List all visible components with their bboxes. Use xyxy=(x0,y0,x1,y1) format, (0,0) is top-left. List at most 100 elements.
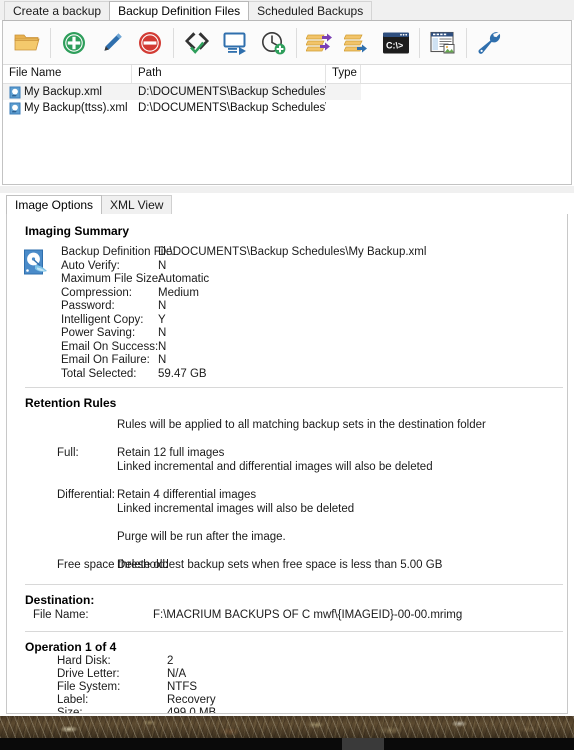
file-type-cell xyxy=(326,100,361,116)
summary-value: N xyxy=(158,327,167,339)
operation-key: Label: xyxy=(57,694,89,706)
operation-key: Hard Disk: xyxy=(57,655,111,667)
detail-tab-strip: Image Options XML View xyxy=(6,195,568,215)
summary-value: D:\DOCUMENTS\Backup Schedules\My Backup.… xyxy=(158,246,427,258)
schedule-button[interactable] xyxy=(254,23,292,63)
report-button[interactable] xyxy=(424,23,462,63)
section-divider xyxy=(25,631,563,632)
taskbar[interactable] xyxy=(0,738,574,750)
file-name-text: My Backup(ttss).xml xyxy=(24,102,128,114)
delete-button[interactable] xyxy=(131,23,169,63)
summary-key: Backup Definition File: xyxy=(61,246,176,258)
file-name-text: My Backup.xml xyxy=(24,86,102,98)
file-name-cell: My Backup.xml xyxy=(3,84,132,100)
operation-value: Recovery xyxy=(167,694,216,706)
tab-scheduled-backups[interactable]: Scheduled Backups xyxy=(248,1,373,20)
summary-value: Automatic xyxy=(158,273,210,285)
console-icon: C:\> xyxy=(383,32,409,53)
panel-splitter[interactable] xyxy=(0,186,574,193)
column-header-type[interactable]: Type xyxy=(326,65,361,83)
taskbar-active-item[interactable] xyxy=(342,738,384,750)
file-type-cell xyxy=(326,84,361,100)
summary-key: Total Selected: xyxy=(61,367,137,380)
add-button[interactable] xyxy=(55,23,93,63)
imaging-summary-list: Backup Definition File: D:\DOCUMENTS\Bac… xyxy=(61,246,426,381)
backup-definition-file-list[interactable]: File Name Path Type My Backup.xml D:\DOC… xyxy=(3,65,571,184)
table-row[interactable]: My Backup.xml D:\DOCUMENTS\Backup Schedu… xyxy=(3,84,571,100)
operation-key: Drive Letter: xyxy=(57,668,120,680)
edit-button[interactable] xyxy=(93,23,131,63)
operation-block: Hard Disk: 2 Drive Letter: N/A File Syst… xyxy=(57,655,563,713)
retention-spacer xyxy=(57,474,117,488)
import-button[interactable] xyxy=(339,23,377,63)
tab-xml-view[interactable]: XML View xyxy=(101,195,173,214)
hard-disk-icon xyxy=(24,249,47,275)
retention-intro-text: Rules will be applied to all matching ba… xyxy=(117,419,486,431)
minus-circle-icon xyxy=(139,31,161,54)
retention-spacer xyxy=(57,432,117,446)
column-header-path[interactable]: Path xyxy=(132,65,326,83)
command-prompt-button[interactable]: C:\> xyxy=(377,23,415,63)
tab-image-options[interactable]: Image Options xyxy=(6,195,103,214)
section-divider xyxy=(25,387,563,388)
summary-key: Auto Verify: xyxy=(61,259,120,272)
main-tab-strip: Create a backup Backup Definition Files … xyxy=(0,0,574,20)
toolbar-separator xyxy=(50,27,51,58)
retention-full-value: Retain 12 full images Linked incremental… xyxy=(117,446,563,474)
summary-key: Maximum File Size: xyxy=(61,273,162,285)
summary-value: N xyxy=(158,354,167,366)
report-image-icon xyxy=(430,31,455,53)
summary-key: Password: xyxy=(61,300,115,312)
retention-intro-key xyxy=(57,418,117,432)
monitor-run-icon xyxy=(223,32,246,55)
xml-file-icon xyxy=(9,86,21,98)
operation-value: 2 xyxy=(167,655,174,667)
retention-rules-title: Retention Rules xyxy=(25,396,117,410)
summary-key: Email On Failure: xyxy=(61,354,150,366)
clock-add-icon xyxy=(261,31,285,54)
summary-key: Power Saving: xyxy=(61,327,136,339)
wrench-icon xyxy=(478,31,501,54)
open-folder-button[interactable] xyxy=(8,23,46,63)
destination-block: File Name: F:\MACRIUM BACKUPS OF C mwf\{… xyxy=(33,608,563,622)
file-name-cell: My Backup(ttss).xml xyxy=(3,100,132,116)
file-path-cell: D:\DOCUMENTS\Backup Schedules\ xyxy=(138,102,326,114)
tab-strip-filler xyxy=(171,195,568,214)
tab-create-a-backup[interactable]: Create a backup xyxy=(4,1,111,20)
column-header-file-name[interactable]: File Name xyxy=(3,65,132,83)
run-button[interactable] xyxy=(216,23,254,63)
validate-xml-button[interactable] xyxy=(178,23,216,63)
purge-note-text: Purge will be run after the image. xyxy=(117,531,286,543)
summary-value: N xyxy=(158,300,167,312)
summary-value: 59.47 GB xyxy=(158,367,207,380)
summary-value: Medium xyxy=(158,286,199,299)
imaging-summary-block: Backup Definition File: D:\DOCUMENTS\Bac… xyxy=(19,246,563,381)
operation-title: Operation 1 of 4 xyxy=(25,640,117,654)
retention-full-line2: Linked incremental and differential imag… xyxy=(117,461,433,473)
retention-diff-line1: Retain 4 differential images xyxy=(117,489,257,501)
tab-backup-definition-files[interactable]: Backup Definition Files xyxy=(109,1,250,20)
code-check-icon xyxy=(185,31,209,54)
toolbar-separator xyxy=(419,27,420,58)
imaging-summary-title: Imaging Summary xyxy=(25,224,130,238)
retention-spacer xyxy=(117,432,563,446)
file-path-cell: D:\DOCUMENTS\Backup Schedules\ xyxy=(132,84,326,100)
retention-diff-line2: Linked incremental images will also be d… xyxy=(117,503,355,515)
plus-circle-icon xyxy=(63,31,85,54)
folder-open-icon xyxy=(14,34,40,50)
retention-full-line1: Retain 12 full images xyxy=(117,447,225,459)
destination-file-name-key: File Name: xyxy=(33,609,89,621)
file-list-header: File Name Path Type xyxy=(3,65,571,84)
image-options-panel: Imaging Summary Backup Definition File: … xyxy=(6,214,568,714)
operation-value: N/A xyxy=(167,668,187,680)
wallpaper-texture-b xyxy=(0,716,574,738)
list-import-icon xyxy=(344,34,367,52)
retention-spacer xyxy=(117,474,563,488)
table-row[interactable]: My Backup(ttss).xml D:\DOCUMENTS\Backup … xyxy=(3,100,571,116)
summary-key: Email On Success: xyxy=(61,340,159,353)
settings-button[interactable] xyxy=(471,23,509,63)
retention-spacer xyxy=(57,544,117,558)
retention-full-key: Full: xyxy=(57,447,79,459)
export-button[interactable] xyxy=(301,23,339,63)
toolbar: C:\> xyxy=(3,21,571,65)
